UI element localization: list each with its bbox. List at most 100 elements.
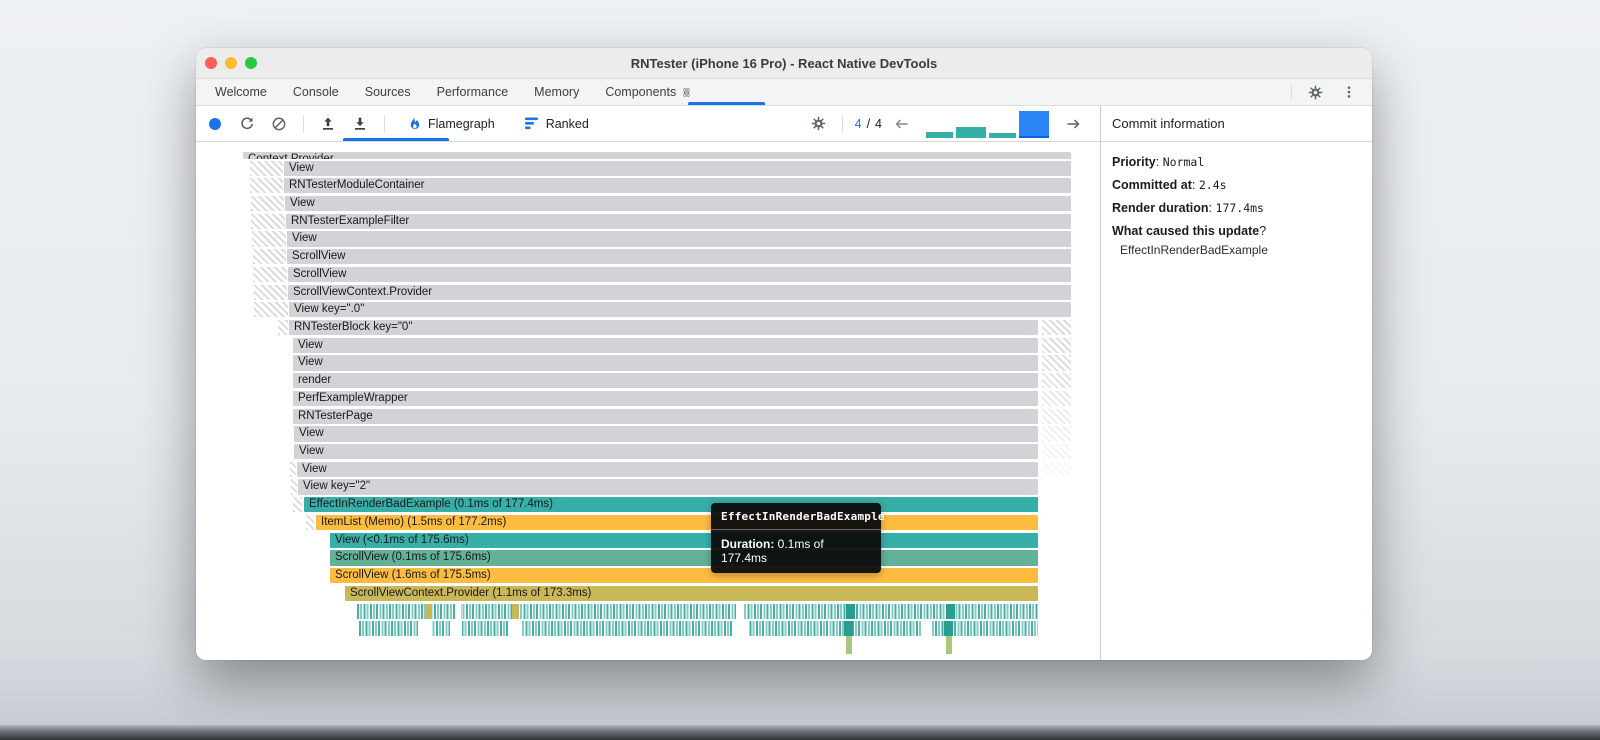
title-bar: RNTester (iPhone 16 Pro) - React Native … (196, 48, 1372, 79)
did-not-render-hatch (251, 213, 285, 229)
did-not-render-hatch (1042, 426, 1071, 442)
flame-bar[interactable]: RNTesterPage (293, 408, 1038, 424)
ranked-view-tab[interactable]: Ranked (515, 106, 599, 141)
flame-dense-overlay[interactable] (846, 603, 855, 619)
download-profile-icon[interactable] (349, 113, 371, 135)
commit-information-panel: Commit information Priority: Normal Comm… (1100, 106, 1372, 660)
desktop-background: RNTester (iPhone 16 Pro) - React Native … (0, 0, 1600, 740)
render-duration-row: Render duration: 177.4ms (1112, 201, 1264, 215)
flame-bar[interactable]: ScrollView (287, 249, 1071, 265)
flame-dense-overlay[interactable] (946, 603, 955, 619)
flame-bar-label: View (299, 445, 324, 458)
tooltip-component-name: EffectInRenderBadExample (711, 503, 885, 530)
did-not-render-hatch (1042, 408, 1071, 424)
upload-profile-icon[interactable] (317, 113, 339, 135)
did-not-render-hatch (1042, 320, 1071, 336)
flame-bar-label: View key=".0" (294, 303, 365, 316)
desktop-bottom-edge (0, 725, 1600, 740)
flame-bar[interactable]: View key="2" (298, 479, 1038, 495)
flame-bar-label: RNTesterModuleContainer (289, 179, 425, 192)
divider (841, 114, 843, 133)
flame-bar[interactable]: ScrollViewContext.Provider (288, 284, 1071, 300)
commit-counter: 4 / 4 (855, 117, 882, 131)
did-not-render-hatch (278, 320, 288, 336)
did-not-render-hatch (1042, 444, 1071, 460)
more-options-kebab-icon[interactable] (1338, 81, 1360, 103)
flame-bar[interactable]: RNTesterExampleFilter (286, 213, 1071, 229)
flame-dense-overlay[interactable] (512, 603, 519, 619)
flame-bar[interactable]: View (287, 231, 1071, 247)
tab-welcome[interactable]: Welcome (202, 79, 280, 105)
flame-bar[interactable]: View (284, 160, 1071, 176)
flame-bar-label: ScrollView (1.6ms of 175.5ms) (335, 569, 491, 582)
tab-memory[interactable]: Memory (521, 79, 592, 105)
commit-bar[interactable] (989, 132, 1016, 138)
tab-console[interactable]: Console (280, 79, 352, 105)
flame-bar[interactable]: RNTesterBlock key="0" (289, 320, 1038, 336)
did-not-render-hatch (253, 266, 287, 283)
flame-bar[interactable]: View (285, 195, 1071, 212)
commit-bar[interactable] (956, 126, 986, 138)
flame-bar-tooltip: EffectInRenderBadExample Duration: 0.1ms… (711, 503, 885, 573)
window-title: RNTester (iPhone 16 Pro) - React Native … (630, 56, 938, 71)
did-not-render-hatch (253, 249, 286, 265)
flame-bar[interactable]: ScrollView (288, 266, 1071, 283)
record-button[interactable] (204, 113, 226, 135)
did-not-render-hatch (1042, 373, 1071, 389)
next-commit-arrow-icon[interactable] (1062, 113, 1084, 135)
commit-bar[interactable] (926, 131, 953, 138)
did-not-render-hatch (1042, 337, 1071, 353)
flame-bar[interactable]: View (294, 444, 1038, 460)
flame-bar[interactable]: View key=".0" (289, 302, 1071, 318)
commit-bars-chart[interactable] (926, 110, 1049, 138)
previous-commit-arrow-icon[interactable] (891, 113, 913, 135)
flamegraph-view-tab[interactable]: Flamegraph (398, 106, 505, 141)
reload-and-profile-icon[interactable] (236, 113, 258, 135)
flame-bar[interactable]: ScrollViewContext.Provider (1.1ms of 173… (345, 585, 1038, 601)
profiler-settings-gear-icon[interactable] (808, 113, 830, 135)
flame-bar[interactable]: Context.Provider (243, 152, 1071, 159)
profiler-content: Flamegraph Ranked 4 / 4 EffectInRenderBa… (196, 106, 1100, 660)
flame-dense-overlay[interactable] (944, 621, 953, 637)
flame-dense-row[interactable] (357, 603, 1038, 619)
flame-stub-bar[interactable] (946, 636, 952, 655)
did-not-render-hatch (306, 514, 314, 531)
flame-dense-gap (732, 621, 748, 637)
flame-bar[interactable]: PerfExampleWrapper (293, 390, 1038, 407)
flame-stub-bar[interactable] (846, 636, 852, 655)
update-cause-component[interactable]: EffectInRenderBadExample (1112, 243, 1361, 257)
flame-bar-label: PerfExampleWrapper (298, 391, 408, 404)
tooltip-duration: Duration: 0.1ms of 177.4ms (721, 537, 824, 565)
did-not-render-hatch (290, 461, 296, 477)
flame-dense-overlay[interactable] (844, 621, 853, 637)
flame-bar[interactable]: RNTesterModuleContainer (284, 178, 1071, 194)
tab-components[interactable]: Components (592, 79, 705, 105)
flame-bar[interactable]: render (293, 373, 1038, 389)
flame-bar[interactable]: View (294, 426, 1038, 442)
settings-gear-icon[interactable] (1304, 81, 1326, 103)
flame-bar[interactable]: EffectInRenderBadExample (0.1ms of 177.4… (304, 497, 1038, 513)
commit-separator: / (866, 116, 871, 131)
devtools-window: RNTester (iPhone 16 Pro) - React Native … (196, 48, 1372, 660)
commit-bar-selected[interactable] (1019, 110, 1049, 138)
flame-bar[interactable]: View (293, 337, 1038, 353)
flame-bar[interactable]: View (297, 461, 1038, 477)
flame-bar-label: View (298, 338, 323, 351)
tab-performance[interactable]: Performance (424, 79, 522, 105)
did-not-render-hatch (1042, 355, 1071, 371)
flame-dense-overlay[interactable] (425, 603, 432, 619)
flamegraph-chart[interactable]: EffectInRenderBadExample Duration: 0.1ms… (196, 142, 1100, 660)
devtools-tab-bar: Welcome Console Sources Performance Memo… (196, 79, 1372, 106)
flame-bar[interactable]: View (293, 355, 1038, 371)
tab-sources[interactable]: Sources (352, 79, 424, 105)
flame-bar-label: ItemList (Memo) (1.5ms of 177.2ms) (321, 515, 507, 528)
flame-bar[interactable]: View (<0.1ms of 175.6ms) (330, 532, 1038, 548)
flame-dense-row[interactable] (359, 621, 1038, 637)
flame-bar[interactable]: ItemList (Memo) (1.5ms of 177.2ms) (316, 514, 1038, 531)
flame-bar-label: Context.Provider (248, 153, 334, 159)
flame-bar[interactable]: ScrollView (1.6ms of 175.5ms) (330, 568, 1038, 584)
profiler-toolbar: Flamegraph Ranked 4 / 4 (196, 106, 1100, 142)
clear-profiling-data-icon[interactable] (268, 113, 290, 135)
active-view-underline (343, 138, 449, 141)
flame-bar[interactable]: ScrollView (0.1ms of 175.6ms) (330, 550, 1038, 566)
